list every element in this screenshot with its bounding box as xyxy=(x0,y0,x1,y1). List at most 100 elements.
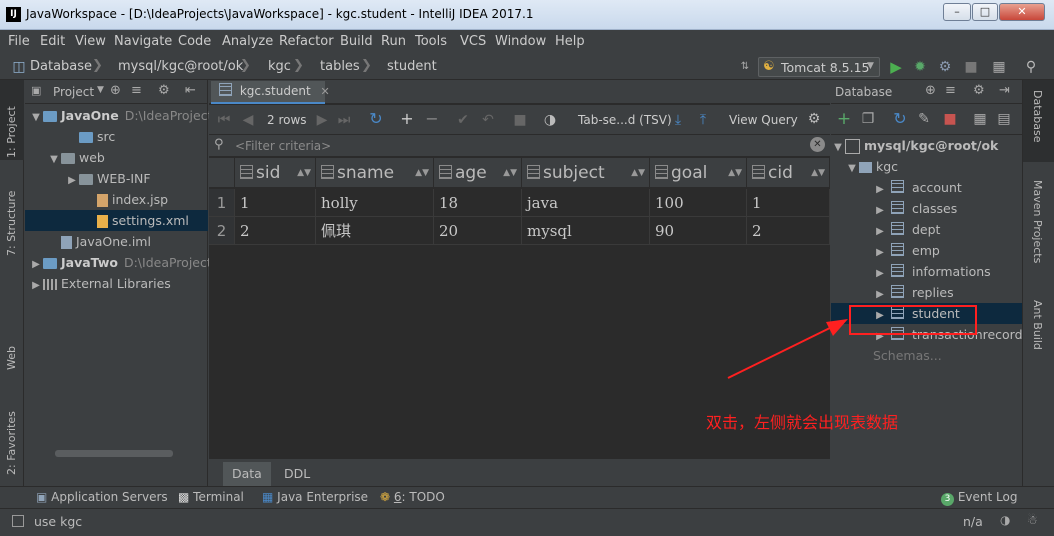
chevron-right-icon[interactable]: ▶ xyxy=(29,275,43,296)
cell-subject[interactable]: mysql xyxy=(522,217,650,245)
project-tree-item[interactable]: JavaOne.iml xyxy=(25,231,208,252)
cell-age[interactable]: 18 xyxy=(434,189,522,217)
project-structure-icon[interactable]: ▦ xyxy=(990,58,1008,76)
menu-help[interactable]: Help xyxy=(555,34,585,49)
chevron-down-icon[interactable]: ▼ xyxy=(29,107,43,128)
commit-icon[interactable]: ✔ xyxy=(454,111,472,129)
column-header-cid[interactable]: cid ▲▼ xyxy=(747,158,830,188)
add-row-icon[interactable]: + xyxy=(398,110,416,128)
menu-file[interactable]: File xyxy=(8,34,30,49)
cell-cid[interactable]: 1 xyxy=(747,189,830,217)
cell-cid[interactable]: 2 xyxy=(747,217,830,245)
tree-connection[interactable]: ▼ mysql/kgc@root/ok xyxy=(831,135,1022,156)
maximize-button[interactable]: □ xyxy=(972,3,998,21)
table-row[interactable]: 1 1 holly 18 java 100 1 xyxy=(209,189,830,217)
import-icon[interactable]: ⤒ xyxy=(694,111,712,129)
gear-icon[interactable]: ⚙ xyxy=(158,83,170,98)
copy-icon[interactable]: ❐ xyxy=(859,110,877,128)
caret-position[interactable]: n/a xyxy=(963,514,983,529)
tab-favorites[interactable]: 2: Favorites xyxy=(5,395,18,475)
menu-vcs[interactable]: VCS xyxy=(460,34,486,49)
project-tree-item[interactable]: ▼ JavaOne D:\IdeaProject xyxy=(25,105,212,128)
minimize-button[interactable]: – xyxy=(943,3,971,21)
chevron-down-icon[interactable]: ▼ xyxy=(47,149,61,170)
refresh-icon[interactable]: ↻ xyxy=(891,110,909,128)
tab-data[interactable]: Data xyxy=(223,462,271,486)
tree-schema[interactable]: ▼ kgc xyxy=(845,156,1022,177)
project-tree-item[interactable]: ▶ External Libraries xyxy=(25,273,208,294)
tool-java-enterprise[interactable]: ▦ Java Enterprise xyxy=(262,490,368,504)
chevron-right-icon[interactable]: ▶ xyxy=(873,242,887,263)
column-header-sid[interactable]: sid ▲▼ xyxy=(235,158,316,188)
project-tree-item[interactable]: src xyxy=(25,126,208,147)
lock-icon[interactable]: ◑ xyxy=(1000,513,1010,527)
sort-icon[interactable]: ▲▼ xyxy=(811,158,825,188)
delete-row-icon[interactable]: − xyxy=(423,110,441,128)
tool-terminal[interactable]: ▩ Terminal xyxy=(178,490,244,504)
cell-age[interactable]: 20 xyxy=(434,217,522,245)
db-table-item[interactable]: ▶ replies xyxy=(831,282,1022,303)
project-view-label[interactable]: Project xyxy=(53,85,94,99)
chevron-right-icon[interactable]: ▶ xyxy=(29,254,43,275)
sort-icon[interactable]: ▲▼ xyxy=(503,158,517,188)
menu-edit[interactable]: Edit xyxy=(40,34,65,49)
revert-icon[interactable]: ↶ xyxy=(479,111,497,129)
project-tree-item[interactable]: ▼ web xyxy=(25,147,208,168)
db-table-item[interactable]: ▶ dept xyxy=(831,219,1022,240)
cell-subject[interactable]: java xyxy=(522,189,650,217)
chevron-down-icon[interactable]: ▼ xyxy=(831,137,845,158)
tool-event-log[interactable]: 3 Event Log xyxy=(941,490,1017,506)
cancel-query-icon[interactable]: ■ xyxy=(511,111,529,129)
chevron-right-icon[interactable]: ▶ xyxy=(873,284,887,305)
chevron-down-icon[interactable]: ▼ xyxy=(97,85,104,95)
breadcrumb-tables[interactable]: tables xyxy=(320,59,360,74)
horizontal-scrollbar[interactable] xyxy=(55,450,173,457)
close-button[interactable]: ✕ xyxy=(999,3,1045,21)
column-header-sname[interactable]: sname ▲▼ xyxy=(316,158,434,188)
cell-sname[interactable]: 佩琪 xyxy=(316,217,434,245)
chevron-right-icon[interactable]: ▶ xyxy=(873,179,887,200)
last-page-icon[interactable]: ⏭ xyxy=(335,111,353,129)
stop-icon[interactable]: ■ xyxy=(962,58,980,76)
project-tree-item[interactable]: ▶ JavaTwo D:\IdeaProject xyxy=(25,252,212,275)
refresh-icon[interactable]: ↻ xyxy=(367,110,385,128)
run-config-dropdown[interactable]: ☯ Tomcat 8.5.15 ▼ xyxy=(758,57,880,77)
tool-application-servers[interactable]: ▣ Application Servers xyxy=(36,490,168,504)
sort-icon[interactable]: ▲▼ xyxy=(728,158,742,188)
chevron-right-icon[interactable]: ▶ xyxy=(65,170,79,191)
menu-refactor[interactable]: Refactor xyxy=(279,34,334,49)
hide-icon[interactable]: ⇥ xyxy=(999,83,1010,98)
breadcrumb-schema[interactable]: kgc xyxy=(268,59,291,74)
chevron-right-icon[interactable]: ▶ xyxy=(873,200,887,221)
gear-icon[interactable]: ⚙ xyxy=(973,83,985,98)
table-view-icon[interactable]: ▦ xyxy=(971,110,989,128)
add-datasource-icon[interactable]: + xyxy=(835,110,853,128)
tab-database[interactable]: Database xyxy=(1031,90,1044,160)
rows-count[interactable]: 2 rows xyxy=(267,113,307,127)
coverage-icon[interactable]: ⚙ xyxy=(936,58,954,76)
menu-window[interactable]: Window xyxy=(495,34,546,49)
sort-icon[interactable]: ⇅ xyxy=(736,58,754,76)
breadcrumb-connection[interactable]: mysql/kgc@root/ok xyxy=(118,59,243,74)
sort-icon[interactable]: ▲▼ xyxy=(415,158,429,188)
menu-tools[interactable]: Tools xyxy=(415,34,447,49)
cell-goal[interactable]: 100 xyxy=(650,189,747,217)
disconnect-icon[interactable]: ■ xyxy=(941,110,959,128)
menu-build[interactable]: Build xyxy=(340,34,373,49)
tab-project[interactable]: 1: Project xyxy=(5,88,18,158)
sort-icon[interactable]: ▲▼ xyxy=(297,158,311,188)
column-header-goal[interactable]: goal ▲▼ xyxy=(650,158,747,188)
project-tree-item[interactable]: settings.xml xyxy=(25,210,208,231)
db-table-item[interactable]: ▶ classes xyxy=(831,198,1022,219)
tab-ant-build[interactable]: Ant Build xyxy=(1031,300,1044,380)
menu-run[interactable]: Run xyxy=(381,34,406,49)
tab-structure[interactable]: 7: Structure xyxy=(5,176,18,256)
inspector-icon[interactable]: ☃ xyxy=(1027,513,1038,527)
view-query-button[interactable]: View Query xyxy=(729,113,798,127)
chevron-down-icon[interactable]: ▼ xyxy=(845,158,859,179)
search-icon[interactable]: ⚲ xyxy=(1022,58,1040,76)
export-icon[interactable]: ⤓ xyxy=(669,111,687,129)
clear-filter-icon[interactable]: ✕ xyxy=(810,137,825,152)
run-icon[interactable]: ▶ xyxy=(887,58,905,76)
collapse-icon[interactable]: ≡ xyxy=(131,83,142,98)
